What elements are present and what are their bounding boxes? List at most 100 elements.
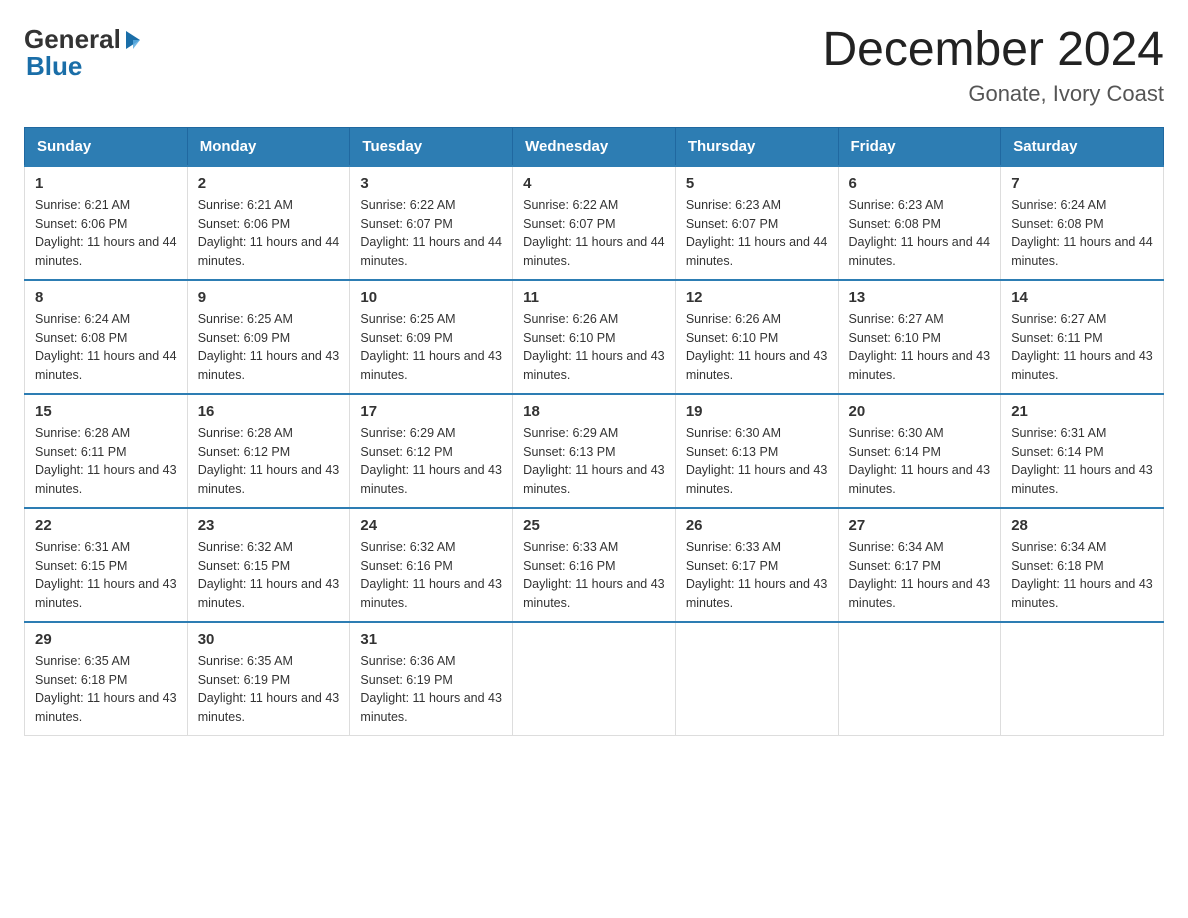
calendar-cell: 24 Sunrise: 6:32 AM Sunset: 6:16 PM Dayl… bbox=[350, 508, 513, 622]
day-info: Sunrise: 6:33 AM Sunset: 6:17 PM Dayligh… bbox=[686, 538, 828, 613]
day-number: 10 bbox=[360, 289, 502, 306]
day-info: Sunrise: 6:34 AM Sunset: 6:18 PM Dayligh… bbox=[1011, 538, 1153, 613]
calendar-cell: 10 Sunrise: 6:25 AM Sunset: 6:09 PM Dayl… bbox=[350, 280, 513, 394]
day-number: 23 bbox=[198, 517, 340, 534]
week-row-1: 1 Sunrise: 6:21 AM Sunset: 6:06 PM Dayli… bbox=[25, 166, 1164, 280]
calendar-cell: 31 Sunrise: 6:36 AM Sunset: 6:19 PM Dayl… bbox=[350, 622, 513, 736]
day-info: Sunrise: 6:23 AM Sunset: 6:07 PM Dayligh… bbox=[686, 196, 828, 271]
week-row-2: 8 Sunrise: 6:24 AM Sunset: 6:08 PM Dayli… bbox=[25, 280, 1164, 394]
calendar-cell: 26 Sunrise: 6:33 AM Sunset: 6:17 PM Dayl… bbox=[675, 508, 838, 622]
day-info: Sunrise: 6:27 AM Sunset: 6:11 PM Dayligh… bbox=[1011, 310, 1153, 385]
day-info: Sunrise: 6:29 AM Sunset: 6:12 PM Dayligh… bbox=[360, 424, 502, 499]
day-number: 27 bbox=[849, 517, 991, 534]
day-number: 18 bbox=[523, 403, 665, 420]
day-info: Sunrise: 6:22 AM Sunset: 6:07 PM Dayligh… bbox=[523, 196, 665, 271]
calendar-cell: 12 Sunrise: 6:26 AM Sunset: 6:10 PM Dayl… bbox=[675, 280, 838, 394]
week-row-5: 29 Sunrise: 6:35 AM Sunset: 6:18 PM Dayl… bbox=[25, 622, 1164, 736]
day-info: Sunrise: 6:26 AM Sunset: 6:10 PM Dayligh… bbox=[523, 310, 665, 385]
day-info: Sunrise: 6:25 AM Sunset: 6:09 PM Dayligh… bbox=[198, 310, 340, 385]
day-number: 31 bbox=[360, 631, 502, 648]
day-info: Sunrise: 6:28 AM Sunset: 6:11 PM Dayligh… bbox=[35, 424, 177, 499]
day-number: 8 bbox=[35, 289, 177, 306]
main-title: December 2024 bbox=[822, 24, 1164, 77]
day-info: Sunrise: 6:22 AM Sunset: 6:07 PM Dayligh… bbox=[360, 196, 502, 271]
day-header-saturday: Saturday bbox=[1001, 127, 1164, 166]
day-info: Sunrise: 6:23 AM Sunset: 6:08 PM Dayligh… bbox=[849, 196, 991, 271]
day-info: Sunrise: 6:34 AM Sunset: 6:17 PM Dayligh… bbox=[849, 538, 991, 613]
day-number: 19 bbox=[686, 403, 828, 420]
day-header-thursday: Thursday bbox=[675, 127, 838, 166]
day-info: Sunrise: 6:30 AM Sunset: 6:13 PM Dayligh… bbox=[686, 424, 828, 499]
day-number: 24 bbox=[360, 517, 502, 534]
calendar-table: SundayMondayTuesdayWednesdayThursdayFrid… bbox=[24, 127, 1164, 736]
calendar-cell: 11 Sunrise: 6:26 AM Sunset: 6:10 PM Dayl… bbox=[513, 280, 676, 394]
day-number: 4 bbox=[523, 175, 665, 192]
header-row: SundayMondayTuesdayWednesdayThursdayFrid… bbox=[25, 127, 1164, 166]
day-number: 14 bbox=[1011, 289, 1153, 306]
day-number: 6 bbox=[849, 175, 991, 192]
calendar-cell: 8 Sunrise: 6:24 AM Sunset: 6:08 PM Dayli… bbox=[25, 280, 188, 394]
calendar-cell: 2 Sunrise: 6:21 AM Sunset: 6:06 PM Dayli… bbox=[187, 166, 350, 280]
calendar-cell: 19 Sunrise: 6:30 AM Sunset: 6:13 PM Dayl… bbox=[675, 394, 838, 508]
day-info: Sunrise: 6:21 AM Sunset: 6:06 PM Dayligh… bbox=[198, 196, 340, 271]
day-header-monday: Monday bbox=[187, 127, 350, 166]
day-info: Sunrise: 6:28 AM Sunset: 6:12 PM Dayligh… bbox=[198, 424, 340, 499]
day-number: 17 bbox=[360, 403, 502, 420]
page-header: General Blue December 2024 Gonate, Ivory… bbox=[24, 24, 1164, 107]
calendar-cell: 25 Sunrise: 6:33 AM Sunset: 6:16 PM Dayl… bbox=[513, 508, 676, 622]
week-row-3: 15 Sunrise: 6:28 AM Sunset: 6:11 PM Dayl… bbox=[25, 394, 1164, 508]
day-header-sunday: Sunday bbox=[25, 127, 188, 166]
day-info: Sunrise: 6:36 AM Sunset: 6:19 PM Dayligh… bbox=[360, 652, 502, 727]
day-header-wednesday: Wednesday bbox=[513, 127, 676, 166]
calendar-cell: 18 Sunrise: 6:29 AM Sunset: 6:13 PM Dayl… bbox=[513, 394, 676, 508]
subtitle: Gonate, Ivory Coast bbox=[822, 81, 1164, 107]
calendar-cell: 9 Sunrise: 6:25 AM Sunset: 6:09 PM Dayli… bbox=[187, 280, 350, 394]
day-info: Sunrise: 6:30 AM Sunset: 6:14 PM Dayligh… bbox=[849, 424, 991, 499]
day-info: Sunrise: 6:29 AM Sunset: 6:13 PM Dayligh… bbox=[523, 424, 665, 499]
calendar-cell: 15 Sunrise: 6:28 AM Sunset: 6:11 PM Dayl… bbox=[25, 394, 188, 508]
calendar-cell: 14 Sunrise: 6:27 AM Sunset: 6:11 PM Dayl… bbox=[1001, 280, 1164, 394]
day-info: Sunrise: 6:31 AM Sunset: 6:15 PM Dayligh… bbox=[35, 538, 177, 613]
calendar-cell: 6 Sunrise: 6:23 AM Sunset: 6:08 PM Dayli… bbox=[838, 166, 1001, 280]
day-number: 2 bbox=[198, 175, 340, 192]
day-info: Sunrise: 6:27 AM Sunset: 6:10 PM Dayligh… bbox=[849, 310, 991, 385]
day-number: 3 bbox=[360, 175, 502, 192]
calendar-cell: 1 Sunrise: 6:21 AM Sunset: 6:06 PM Dayli… bbox=[25, 166, 188, 280]
calendar-cell: 3 Sunrise: 6:22 AM Sunset: 6:07 PM Dayli… bbox=[350, 166, 513, 280]
calendar-cell: 29 Sunrise: 6:35 AM Sunset: 6:18 PM Dayl… bbox=[25, 622, 188, 736]
calendar-cell: 27 Sunrise: 6:34 AM Sunset: 6:17 PM Dayl… bbox=[838, 508, 1001, 622]
day-info: Sunrise: 6:35 AM Sunset: 6:19 PM Dayligh… bbox=[198, 652, 340, 727]
day-info: Sunrise: 6:21 AM Sunset: 6:06 PM Dayligh… bbox=[35, 196, 177, 271]
day-info: Sunrise: 6:33 AM Sunset: 6:16 PM Dayligh… bbox=[523, 538, 665, 613]
day-number: 9 bbox=[198, 289, 340, 306]
day-number: 25 bbox=[523, 517, 665, 534]
day-info: Sunrise: 6:32 AM Sunset: 6:16 PM Dayligh… bbox=[360, 538, 502, 613]
logo: General Blue bbox=[24, 24, 145, 82]
day-info: Sunrise: 6:35 AM Sunset: 6:18 PM Dayligh… bbox=[35, 652, 177, 727]
day-number: 28 bbox=[1011, 517, 1153, 534]
day-number: 13 bbox=[849, 289, 991, 306]
calendar-cell bbox=[838, 622, 1001, 736]
calendar-cell: 23 Sunrise: 6:32 AM Sunset: 6:15 PM Dayl… bbox=[187, 508, 350, 622]
day-info: Sunrise: 6:32 AM Sunset: 6:15 PM Dayligh… bbox=[198, 538, 340, 613]
calendar-cell: 4 Sunrise: 6:22 AM Sunset: 6:07 PM Dayli… bbox=[513, 166, 676, 280]
day-number: 5 bbox=[686, 175, 828, 192]
logo-arrow-icon bbox=[122, 29, 144, 51]
day-number: 12 bbox=[686, 289, 828, 306]
week-row-4: 22 Sunrise: 6:31 AM Sunset: 6:15 PM Dayl… bbox=[25, 508, 1164, 622]
day-info: Sunrise: 6:25 AM Sunset: 6:09 PM Dayligh… bbox=[360, 310, 502, 385]
day-number: 29 bbox=[35, 631, 177, 648]
title-section: December 2024 Gonate, Ivory Coast bbox=[822, 24, 1164, 107]
calendar-cell: 7 Sunrise: 6:24 AM Sunset: 6:08 PM Dayli… bbox=[1001, 166, 1164, 280]
day-number: 16 bbox=[198, 403, 340, 420]
day-header-friday: Friday bbox=[838, 127, 1001, 166]
calendar-cell: 22 Sunrise: 6:31 AM Sunset: 6:15 PM Dayl… bbox=[25, 508, 188, 622]
day-number: 26 bbox=[686, 517, 828, 534]
day-info: Sunrise: 6:26 AM Sunset: 6:10 PM Dayligh… bbox=[686, 310, 828, 385]
calendar-cell: 28 Sunrise: 6:34 AM Sunset: 6:18 PM Dayl… bbox=[1001, 508, 1164, 622]
calendar-cell: 21 Sunrise: 6:31 AM Sunset: 6:14 PM Dayl… bbox=[1001, 394, 1164, 508]
day-number: 1 bbox=[35, 175, 177, 192]
calendar-header: SundayMondayTuesdayWednesdayThursdayFrid… bbox=[25, 127, 1164, 166]
day-info: Sunrise: 6:24 AM Sunset: 6:08 PM Dayligh… bbox=[35, 310, 177, 385]
day-number: 30 bbox=[198, 631, 340, 648]
